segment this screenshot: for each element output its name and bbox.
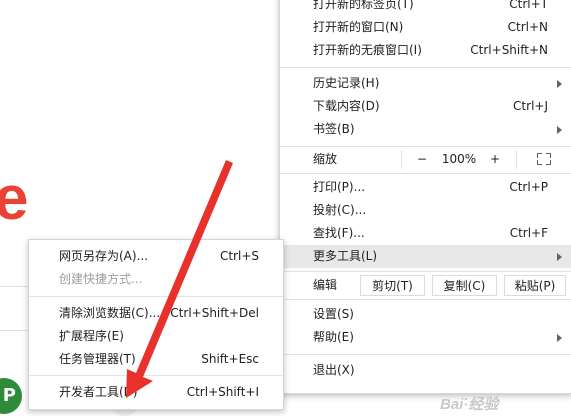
menu-item-label: 打开新的窗口(N): [313, 20, 404, 34]
menu-item-shortcut: Ctrl+T: [509, 0, 548, 11]
submenu-item-create-shortcut: 创建快捷方式...: [29, 268, 283, 291]
menu-item-label: 投射(C)...: [313, 203, 367, 217]
menu-separator: [280, 173, 571, 174]
shortcut-tile-avatar[interactable]: P: [0, 378, 22, 414]
paste-button[interactable]: 粘贴(P): [504, 275, 566, 296]
chrome-main-menu: 打开新的标签页(T) Ctrl+T 打开新的窗口(N) Ctrl+N 打开新的无…: [279, 0, 571, 394]
menu-item-label: 打印(P)...: [313, 180, 366, 194]
menu-item-label: 创建快捷方式...: [59, 272, 143, 286]
menu-item-new-tab[interactable]: 打开新的标签页(T) Ctrl+T: [280, 0, 571, 16]
search-box-edge: [0, 286, 30, 287]
menu-separator: [280, 299, 571, 300]
search-box-edge-bottom: [0, 330, 30, 331]
menu-item-bookmarks[interactable]: 书签(B): [280, 118, 571, 141]
copy-button[interactable]: 复制(C): [432, 275, 497, 296]
submenu-item-extensions[interactable]: 扩展程序(E): [29, 325, 283, 348]
menu-item-cast[interactable]: 投射(C)...: [280, 199, 571, 222]
menu-row-edit: 编辑 剪切(T) 复制(C) 粘贴(P): [280, 272, 571, 299]
menu-item-downloads[interactable]: 下载内容(D) Ctrl+J: [280, 95, 571, 118]
chevron-right-icon: [557, 253, 562, 261]
menu-item-label: 历史记录(H): [313, 76, 380, 90]
menu-item-shortcut: Ctrl+S: [219, 249, 259, 263]
menu-item-shortcut: Shift+Esc: [201, 352, 259, 366]
zoom-label: 缩放: [313, 152, 338, 166]
menu-item-shortcut: Ctrl+J: [513, 99, 548, 113]
menu-item-settings[interactable]: 设置(S): [280, 303, 571, 326]
menu-separator: [29, 296, 283, 297]
menu-item-shortcut: Ctrl+Shift+I: [186, 385, 259, 399]
zoom-in-button[interactable]: +: [483, 146, 507, 173]
menu-item-label: 设置(S): [313, 307, 354, 321]
zoom-out-button[interactable]: −: [410, 146, 434, 173]
menu-item-shortcut: Ctrl+Shift+N: [470, 43, 548, 57]
menu-item-shortcut: Ctrl+F: [509, 226, 548, 240]
menu-item-shortcut: Ctrl+Shift+Del: [170, 306, 259, 320]
menu-item-label: 清除浏览数据(C)...: [59, 306, 161, 320]
menu-item-exit[interactable]: 退出(X): [280, 359, 571, 382]
submenu-item-clear-data[interactable]: 清除浏览数据(C)... Ctrl+Shift+Del: [29, 302, 283, 325]
menu-separator: [280, 354, 571, 355]
submenu-item-save-page[interactable]: 网页另存为(A)... Ctrl+S: [29, 245, 283, 268]
zoom-divider: [516, 150, 517, 169]
google-logo-fragment: e: [0, 164, 29, 233]
more-tools-submenu: 网页另存为(A)... Ctrl+S 创建快捷方式... 清除浏览数据(C)..…: [28, 239, 284, 410]
menu-item-label: 打开新的标签页(T): [313, 0, 414, 11]
menu-item-label: 任务管理器(T): [59, 352, 136, 366]
submenu-item-task-manager[interactable]: 任务管理器(T) Shift+Esc: [29, 348, 283, 371]
cut-button[interactable]: 剪切(T): [360, 275, 425, 296]
edit-label: 编辑: [313, 278, 338, 292]
menu-item-label: 下载内容(D): [313, 99, 380, 113]
zoom-level: 100%: [441, 152, 477, 166]
menu-item-label: 书签(B): [313, 122, 355, 136]
menu-item-new-window[interactable]: 打开新的窗口(N) Ctrl+N: [280, 16, 571, 39]
menu-item-label: 更多工具(L): [313, 249, 378, 263]
menu-item-print[interactable]: 打印(P)... Ctrl+P: [280, 176, 571, 199]
menu-item-label: 扩展程序(E): [59, 329, 124, 343]
menu-row-zoom: 缩放 − 100% +: [280, 146, 571, 173]
menu-item-new-incognito[interactable]: 打开新的无痕窗口(I) Ctrl+Shift+N: [280, 39, 571, 62]
chevron-right-icon: [557, 126, 562, 134]
fullscreen-icon[interactable]: [537, 153, 551, 165]
baidu-watermark-logo: Bai˸经验: [440, 396, 499, 413]
menu-item-shortcut: Ctrl+P: [509, 180, 548, 194]
menu-item-find[interactable]: 查找(F)... Ctrl+F: [280, 222, 571, 245]
chevron-right-icon: [557, 80, 562, 88]
chevron-right-icon: [557, 334, 562, 342]
menu-item-label: 查找(F)...: [313, 226, 365, 240]
menu-item-help[interactable]: 帮助(E): [280, 326, 571, 349]
menu-item-history[interactable]: 历史记录(H): [280, 72, 571, 95]
menu-item-label: 帮助(E): [313, 330, 354, 344]
menu-separator: [29, 375, 283, 376]
menu-item-label: 开发者工具(D): [59, 385, 138, 399]
menu-item-shortcut: Ctrl+N: [507, 20, 548, 34]
menu-separator: [280, 67, 571, 68]
menu-item-label: 网页另存为(A)...: [59, 249, 149, 263]
menu-item-label: 退出(X): [313, 363, 355, 377]
menu-item-more-tools[interactable]: 更多工具(L): [280, 245, 571, 268]
submenu-item-dev-tools[interactable]: 开发者工具(D) Ctrl+Shift+I: [29, 381, 283, 404]
zoom-divider: [401, 150, 402, 169]
menu-item-label: 打开新的无痕窗口(I): [313, 43, 422, 57]
